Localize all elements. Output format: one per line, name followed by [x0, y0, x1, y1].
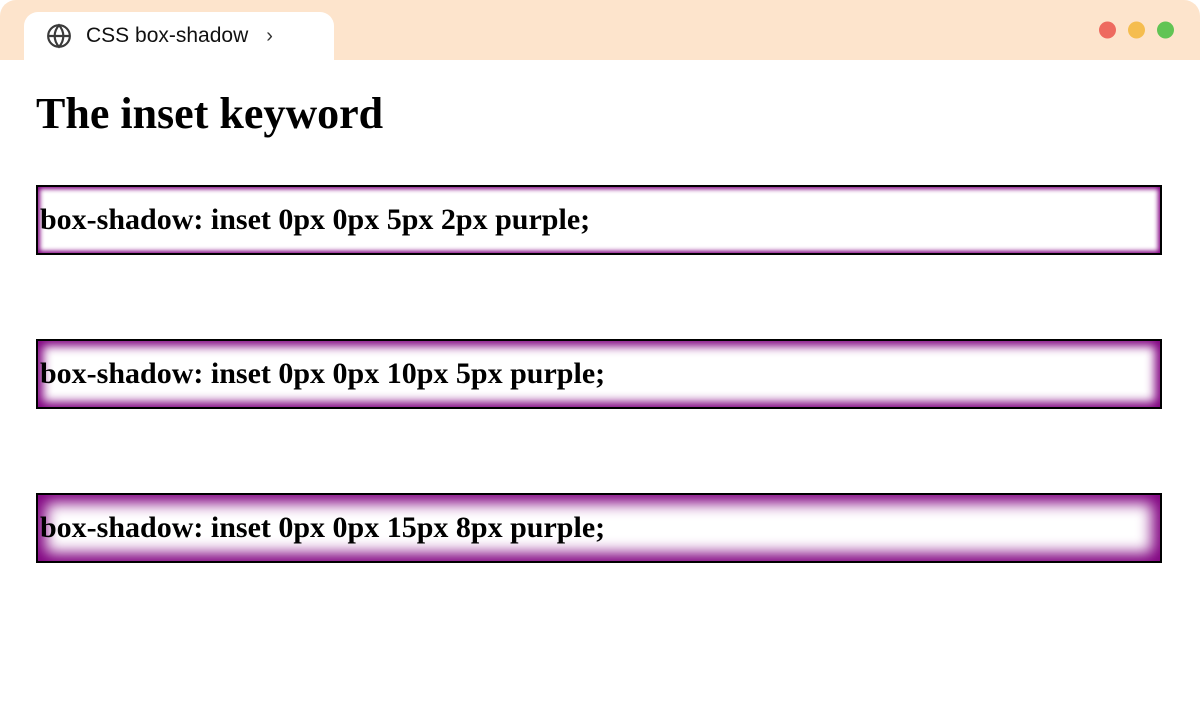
tab-title: CSS box-shadow — [86, 24, 248, 48]
browser-tab[interactable]: CSS box-shadow › — [24, 12, 334, 60]
chevron-right-icon: › — [266, 25, 273, 48]
example-text: box-shadow: inset 0px 0px 5px 2px purple… — [40, 203, 590, 236]
example-text: box-shadow: inset 0px 0px 10px 5px purpl… — [40, 357, 605, 390]
page-title: The inset keyword — [36, 88, 1164, 139]
example-box-1: box-shadow: inset 0px 0px 5px 2px purple… — [36, 185, 1162, 255]
zoom-window-button[interactable] — [1157, 22, 1174, 39]
example-box-2: box-shadow: inset 0px 0px 10px 5px purpl… — [36, 339, 1162, 409]
example-text: box-shadow: inset 0px 0px 15px 8px purpl… — [40, 511, 605, 544]
globe-icon — [46, 23, 72, 49]
close-window-button[interactable] — [1099, 22, 1116, 39]
example-box-3: box-shadow: inset 0px 0px 15px 8px purpl… — [36, 493, 1162, 563]
page-content: The inset keyword box-shadow: inset 0px … — [0, 60, 1200, 675]
browser-chrome: CSS box-shadow › — [0, 0, 1200, 60]
minimize-window-button[interactable] — [1128, 22, 1145, 39]
window-controls — [1099, 22, 1174, 39]
